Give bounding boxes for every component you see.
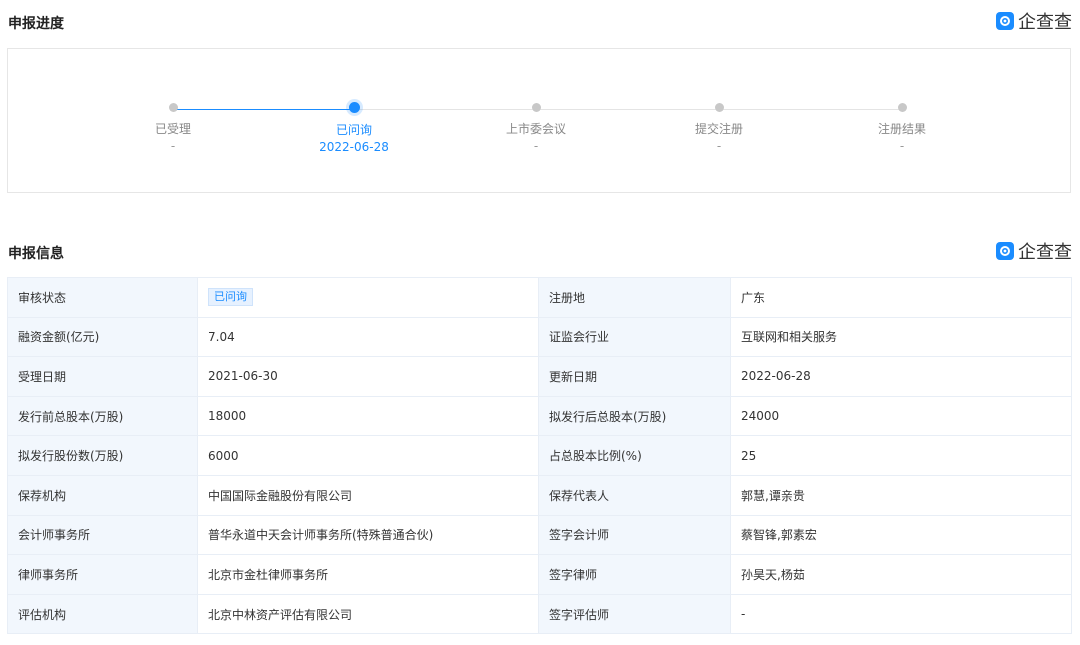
- table-row: 审核状态 已问询 注册地 广东: [7, 277, 1072, 318]
- step-dot-current: [348, 102, 360, 113]
- brand-logo[interactable]: 企查查: [996, 238, 1072, 264]
- field-value: 郭慧,谭亲贵: [730, 474, 1072, 516]
- field-label: 评估机构: [7, 593, 198, 635]
- step-date: -: [899, 139, 905, 153]
- field-label: 发行前总股本(万股): [7, 395, 198, 437]
- field-label: 律师事务所: [7, 554, 198, 595]
- step-date: -: [716, 139, 722, 153]
- field-label: 拟发行股份数(万股): [7, 435, 198, 476]
- step-label: 上市委会议: [505, 122, 566, 136]
- field-value: 25: [730, 435, 1072, 476]
- info-section-title: 申报信息: [8, 246, 64, 262]
- step-label: 已受理: [154, 122, 191, 136]
- step-date: 2022-06-28: [319, 140, 389, 154]
- step-label: 提交注册: [694, 122, 743, 136]
- field-label: 受理日期: [7, 356, 198, 397]
- field-value: 已问询: [197, 277, 539, 318]
- field-value: 6000: [197, 435, 539, 476]
- progress-section-title: 申报进度: [8, 16, 64, 32]
- table-row: 会计师事务所 普华永道中天会计师事务所(特殊普通合伙) 签字会计师 蔡智锋,郭素…: [7, 514, 1072, 556]
- progress-step-committee-meeting: 上市委会议 -: [456, 103, 616, 155]
- step-label: 注册结果: [877, 122, 926, 136]
- field-value: 互联网和相关服务: [730, 316, 1072, 358]
- field-value: 2021-06-30: [197, 356, 539, 397]
- table-row: 保荐机构 中国国际金融股份有限公司 保荐代表人 郭慧,谭亲贵: [7, 474, 1072, 516]
- table-row: 受理日期 2021-06-30 更新日期 2022-06-28: [7, 356, 1072, 397]
- sponsor-link[interactable]: 中国国际金融股份有限公司: [197, 474, 539, 516]
- qcc-logo-icon: [996, 242, 1014, 260]
- step-dot: [531, 103, 541, 112]
- field-label: 签字评估师: [538, 593, 731, 635]
- field-value: 24000: [730, 395, 1072, 437]
- field-value: 2022-06-28: [730, 356, 1072, 397]
- step-date: -: [170, 139, 176, 153]
- table-row: 拟发行股份数(万股) 6000 占总股本比例(%) 25: [7, 435, 1072, 476]
- law-firm-link[interactable]: 北京市金杜律师事务所: [197, 554, 539, 595]
- ipo-info-table: 审核状态 已问询 注册地 广东 融资金额(亿元) 7.04 证监会行业 互联网和…: [7, 277, 1072, 635]
- step-dot: [897, 103, 907, 112]
- field-value: 蔡智锋,郭素宏: [730, 514, 1072, 556]
- field-label: 融资金额(亿元): [7, 316, 198, 358]
- accounting-firm-link[interactable]: 普华永道中天会计师事务所(特殊普通合伙): [197, 514, 539, 556]
- progress-step-accepted: 已受理 -: [93, 103, 253, 155]
- field-label: 会计师事务所: [7, 514, 198, 556]
- table-row: 融资金额(亿元) 7.04 证监会行业 互联网和相关服务: [7, 316, 1072, 358]
- step-dot: [168, 103, 178, 112]
- qcc-logo-icon: [996, 12, 1014, 30]
- field-label: 注册地: [538, 277, 731, 318]
- field-label: 签字会计师: [538, 514, 731, 556]
- field-label: 保荐机构: [7, 474, 198, 516]
- progress-step-submit-registration: 提交注册 -: [639, 103, 799, 155]
- field-label: 拟发行后总股本(万股): [538, 395, 731, 437]
- field-value: 孙昊天,杨茹: [730, 554, 1072, 595]
- table-row: 发行前总股本(万股) 18000 拟发行后总股本(万股) 24000: [7, 395, 1072, 437]
- status-badge: 已问询: [208, 288, 253, 307]
- field-label: 审核状态: [7, 277, 198, 318]
- progress-track-pending: [354, 109, 902, 110]
- field-label: 签字律师: [538, 554, 731, 595]
- field-label: 占总股本比例(%): [538, 435, 731, 476]
- field-label: 保荐代表人: [538, 474, 731, 516]
- field-value: -: [730, 593, 1072, 635]
- brand-name: 企查查: [1018, 242, 1072, 263]
- progress-panel: 已受理 - 已问询 2022-06-28 上市委会议 - 提交注册 - 注册结果…: [7, 48, 1071, 193]
- field-value: 广东: [730, 277, 1072, 318]
- field-label: 更新日期: [538, 356, 731, 397]
- table-row: 律师事务所 北京市金杜律师事务所 签字律师 孙昊天,杨茹: [7, 554, 1072, 595]
- brand-name: 企查查: [1018, 12, 1072, 33]
- progress-step-registration-result: 注册结果 -: [822, 103, 982, 155]
- field-label: 证监会行业: [538, 316, 731, 358]
- progress-step-inquired: 已问询 2022-06-28: [274, 102, 434, 156]
- step-date: -: [533, 139, 539, 153]
- field-value: 7.04: [197, 316, 539, 358]
- appraisal-firm-link[interactable]: 北京中林资产评估有限公司: [197, 593, 539, 635]
- table-row: 评估机构 北京中林资产评估有限公司 签字评估师 -: [7, 593, 1072, 635]
- step-dot: [714, 103, 724, 112]
- field-value: 18000: [197, 395, 539, 437]
- brand-logo[interactable]: 企查查: [996, 8, 1072, 34]
- step-label: 已问询: [335, 123, 372, 137]
